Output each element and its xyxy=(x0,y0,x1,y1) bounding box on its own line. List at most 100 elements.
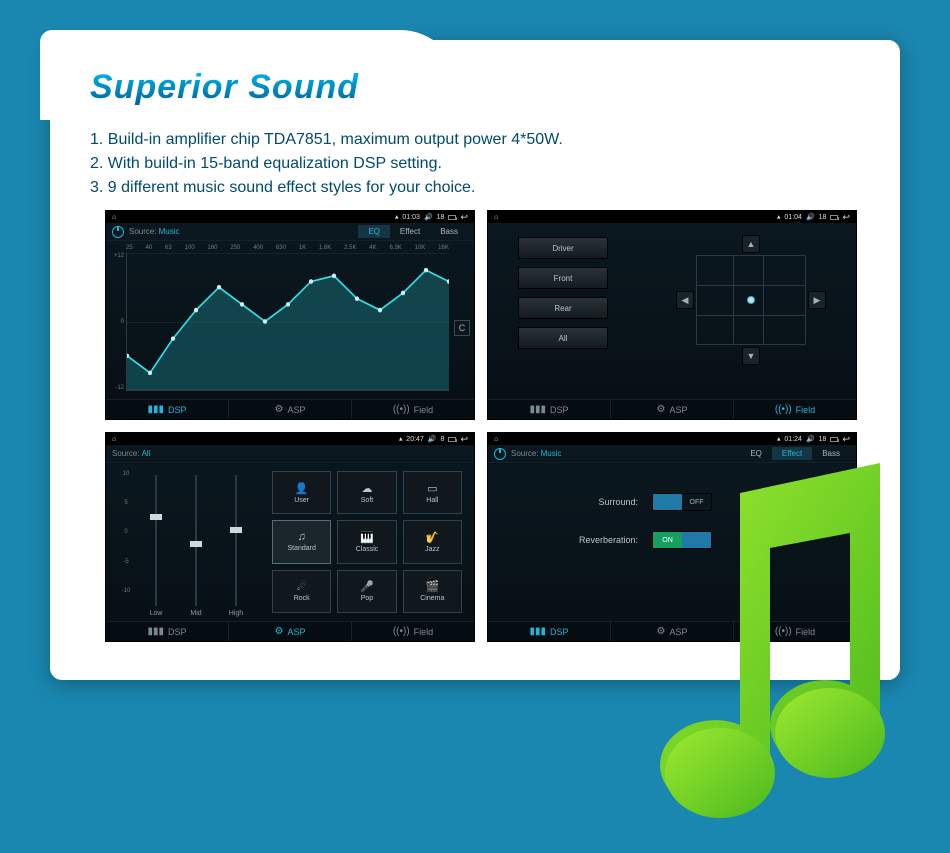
preset-rock[interactable]: ☄Rock xyxy=(272,570,331,613)
tab-asp[interactable]: ⚙ASP xyxy=(229,400,352,419)
tab-eq[interactable]: EQ xyxy=(740,447,772,460)
tab-field[interactable]: ((•))Field xyxy=(352,400,474,419)
bottom-bar: ▮▮▮DSP ⚙ASP ((•))Field xyxy=(488,621,856,641)
source-value[interactable]: Music xyxy=(159,227,180,236)
preset-icon: ☄ xyxy=(297,580,307,593)
page-title: Superior Sound xyxy=(90,68,359,107)
status-volume: 8 xyxy=(441,436,445,443)
reverberation-toggle[interactable]: ON xyxy=(652,531,712,549)
tab-effect[interactable]: Effect xyxy=(390,225,430,238)
tab-bass[interactable]: Bass xyxy=(430,225,468,238)
source-row: Source: Music EQ Effect Bass xyxy=(106,223,474,241)
field-grid[interactable]: ▲ ▼ ◀ ▶ xyxy=(676,235,826,365)
back-icon[interactable] xyxy=(842,434,850,445)
tab-asp[interactable]: ⚙ASP xyxy=(611,400,734,419)
tab-asp[interactable]: ⚙ASP xyxy=(229,622,352,641)
home-icon[interactable]: ⌂ xyxy=(112,436,116,443)
preset-soft[interactable]: ☁ Soft xyxy=(337,471,396,514)
preset-label: Hall xyxy=(426,497,438,504)
bars-icon: ▮▮▮ xyxy=(147,626,164,637)
eq-x-axis: 2540631001602504006301K1.6K2.5K4K6.3K10K… xyxy=(126,245,449,251)
slider-thumb[interactable] xyxy=(230,527,242,533)
tab-dsp[interactable]: ▮▮▮DSP xyxy=(106,622,229,641)
power-icon[interactable] xyxy=(494,448,506,460)
tab-asp[interactable]: ⚙ASP xyxy=(611,622,734,641)
sliders-icon: ⚙ xyxy=(657,626,666,637)
field-body: Driver Front Rear All ▲ ▼ ◀ ▶ xyxy=(488,225,856,399)
arrow-up-icon[interactable]: ▲ xyxy=(742,235,760,253)
battery-icon xyxy=(830,437,838,442)
home-icon[interactable]: ⌂ xyxy=(112,214,116,221)
preset-classic[interactable]: 🎹Classic xyxy=(337,520,396,563)
screenshots-grid: ⌂ 01:03 🔊 18 Source: Music EQ Effect Bas… xyxy=(105,210,857,642)
slider-thumb[interactable] xyxy=(190,541,202,547)
eq-body: 2540631001602504006301K1.6K2.5K4K6.3K10K… xyxy=(106,241,474,399)
source-value[interactable]: Music xyxy=(541,449,562,458)
preset-icon: ☁ xyxy=(361,482,372,495)
description: 1. Build-in amplifier chip TDA7851, maxi… xyxy=(90,128,563,200)
preset-hall[interactable]: ▭Hall xyxy=(403,471,462,514)
arrow-right-icon[interactable]: ▶ xyxy=(808,291,826,309)
preset-cinema[interactable]: 🎬 Cinema xyxy=(403,570,462,613)
all-button[interactable]: All xyxy=(518,327,608,349)
preset-icon: 🎬 xyxy=(425,580,439,593)
sliders-icon: ⚙ xyxy=(657,404,666,415)
tab-effect[interactable]: Effect xyxy=(772,447,812,460)
toggle-handle xyxy=(682,532,711,548)
desc-line: 3. 9 different music sound effect styles… xyxy=(90,176,563,200)
eq-tabs: EQ Effect Bass xyxy=(358,225,468,238)
tab-field[interactable]: ((•))Field xyxy=(734,400,856,419)
wave-icon: ((•)) xyxy=(393,626,410,637)
rear-button[interactable]: Rear xyxy=(518,297,608,319)
preset-icon: 🎹 xyxy=(360,531,374,544)
status-time: 01:03 xyxy=(402,214,420,221)
back-icon[interactable] xyxy=(460,434,468,445)
eq-plot[interactable] xyxy=(126,253,449,391)
tab-field[interactable]: ((•))Field xyxy=(352,622,474,641)
back-icon[interactable] xyxy=(842,212,850,223)
screen-field: ⌂ 01:04 🔊 18 Driver Front Rear All ▲ ▼ xyxy=(487,210,857,420)
tab-eq[interactable]: EQ xyxy=(358,225,390,238)
home-icon[interactable]: ⌂ xyxy=(494,214,498,221)
slider-thumb[interactable] xyxy=(150,514,162,520)
slider-label: Mid xyxy=(190,610,201,617)
position-buttons: Driver Front Rear All xyxy=(518,237,608,349)
preset-jazz[interactable]: 🎷Jazz xyxy=(403,520,462,563)
toggle-state: ON xyxy=(653,532,682,548)
reverberation-row: Reverberation: ON xyxy=(538,531,806,549)
surround-toggle[interactable]: OFF xyxy=(652,493,712,511)
arrow-left-icon[interactable]: ◀ xyxy=(676,291,694,309)
power-icon[interactable] xyxy=(112,226,124,238)
bottom-bar: ▮▮▮DSP ⚙ASP ((•))Field xyxy=(488,399,856,419)
tab-bass[interactable]: Bass xyxy=(812,447,850,460)
product-card: Superior Sound 1. Build-in amplifier chi… xyxy=(50,40,900,680)
tab-dsp[interactable]: ▮▮▮DSP xyxy=(488,622,611,641)
preset-icon: 🎷 xyxy=(425,531,439,544)
front-button[interactable]: Front xyxy=(518,267,608,289)
slider-mid[interactable]: Mid xyxy=(176,471,216,617)
arrow-down-icon[interactable]: ▼ xyxy=(742,347,760,365)
source-value[interactable]: All xyxy=(142,449,151,458)
tab-dsp[interactable]: ▮▮▮DSP xyxy=(106,400,229,419)
preset-standard[interactable]: ♫Standard xyxy=(272,520,331,563)
tab-dsp[interactable]: ▮▮▮DSP xyxy=(488,400,611,419)
source-label: Source: xyxy=(112,449,140,458)
preset-label: Soft xyxy=(361,497,373,504)
driver-button[interactable]: Driver xyxy=(518,237,608,259)
eq-y-axis: +12 0 -12 xyxy=(110,253,124,391)
slider-low[interactable]: Low xyxy=(136,471,176,617)
tab-field[interactable]: ((•))Field xyxy=(734,622,856,641)
preset-icon: 👤 xyxy=(295,482,309,495)
volume-icon: 🔊 xyxy=(428,435,437,443)
wave-icon: ((•)) xyxy=(775,404,792,415)
reset-button[interactable]: C xyxy=(454,320,470,336)
home-icon[interactable]: ⌂ xyxy=(494,436,498,443)
preset-pop[interactable]: 🎤Pop xyxy=(337,570,396,613)
preset-user[interactable]: 👤User xyxy=(272,471,331,514)
volume-icon: 🔊 xyxy=(806,435,815,443)
back-icon[interactable] xyxy=(460,212,468,223)
crosshair-dot[interactable] xyxy=(747,296,755,304)
bars-icon: ▮▮▮ xyxy=(529,404,546,415)
slider-high[interactable]: High xyxy=(216,471,256,617)
preset-label: Cinema xyxy=(420,595,444,602)
